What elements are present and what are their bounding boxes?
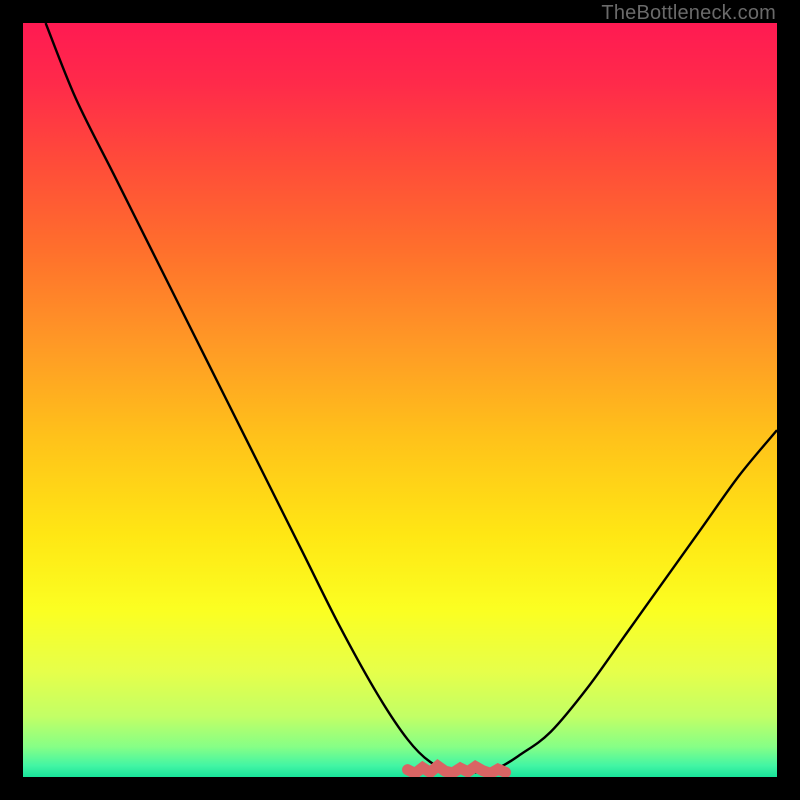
bottleneck-chart [23,23,777,777]
chart-frame: TheBottleneck.com [0,0,800,800]
gradient-background [23,23,777,777]
watermark-label: TheBottleneck.com [601,2,776,25]
accent-segment [408,766,506,773]
plot-area [23,23,777,777]
